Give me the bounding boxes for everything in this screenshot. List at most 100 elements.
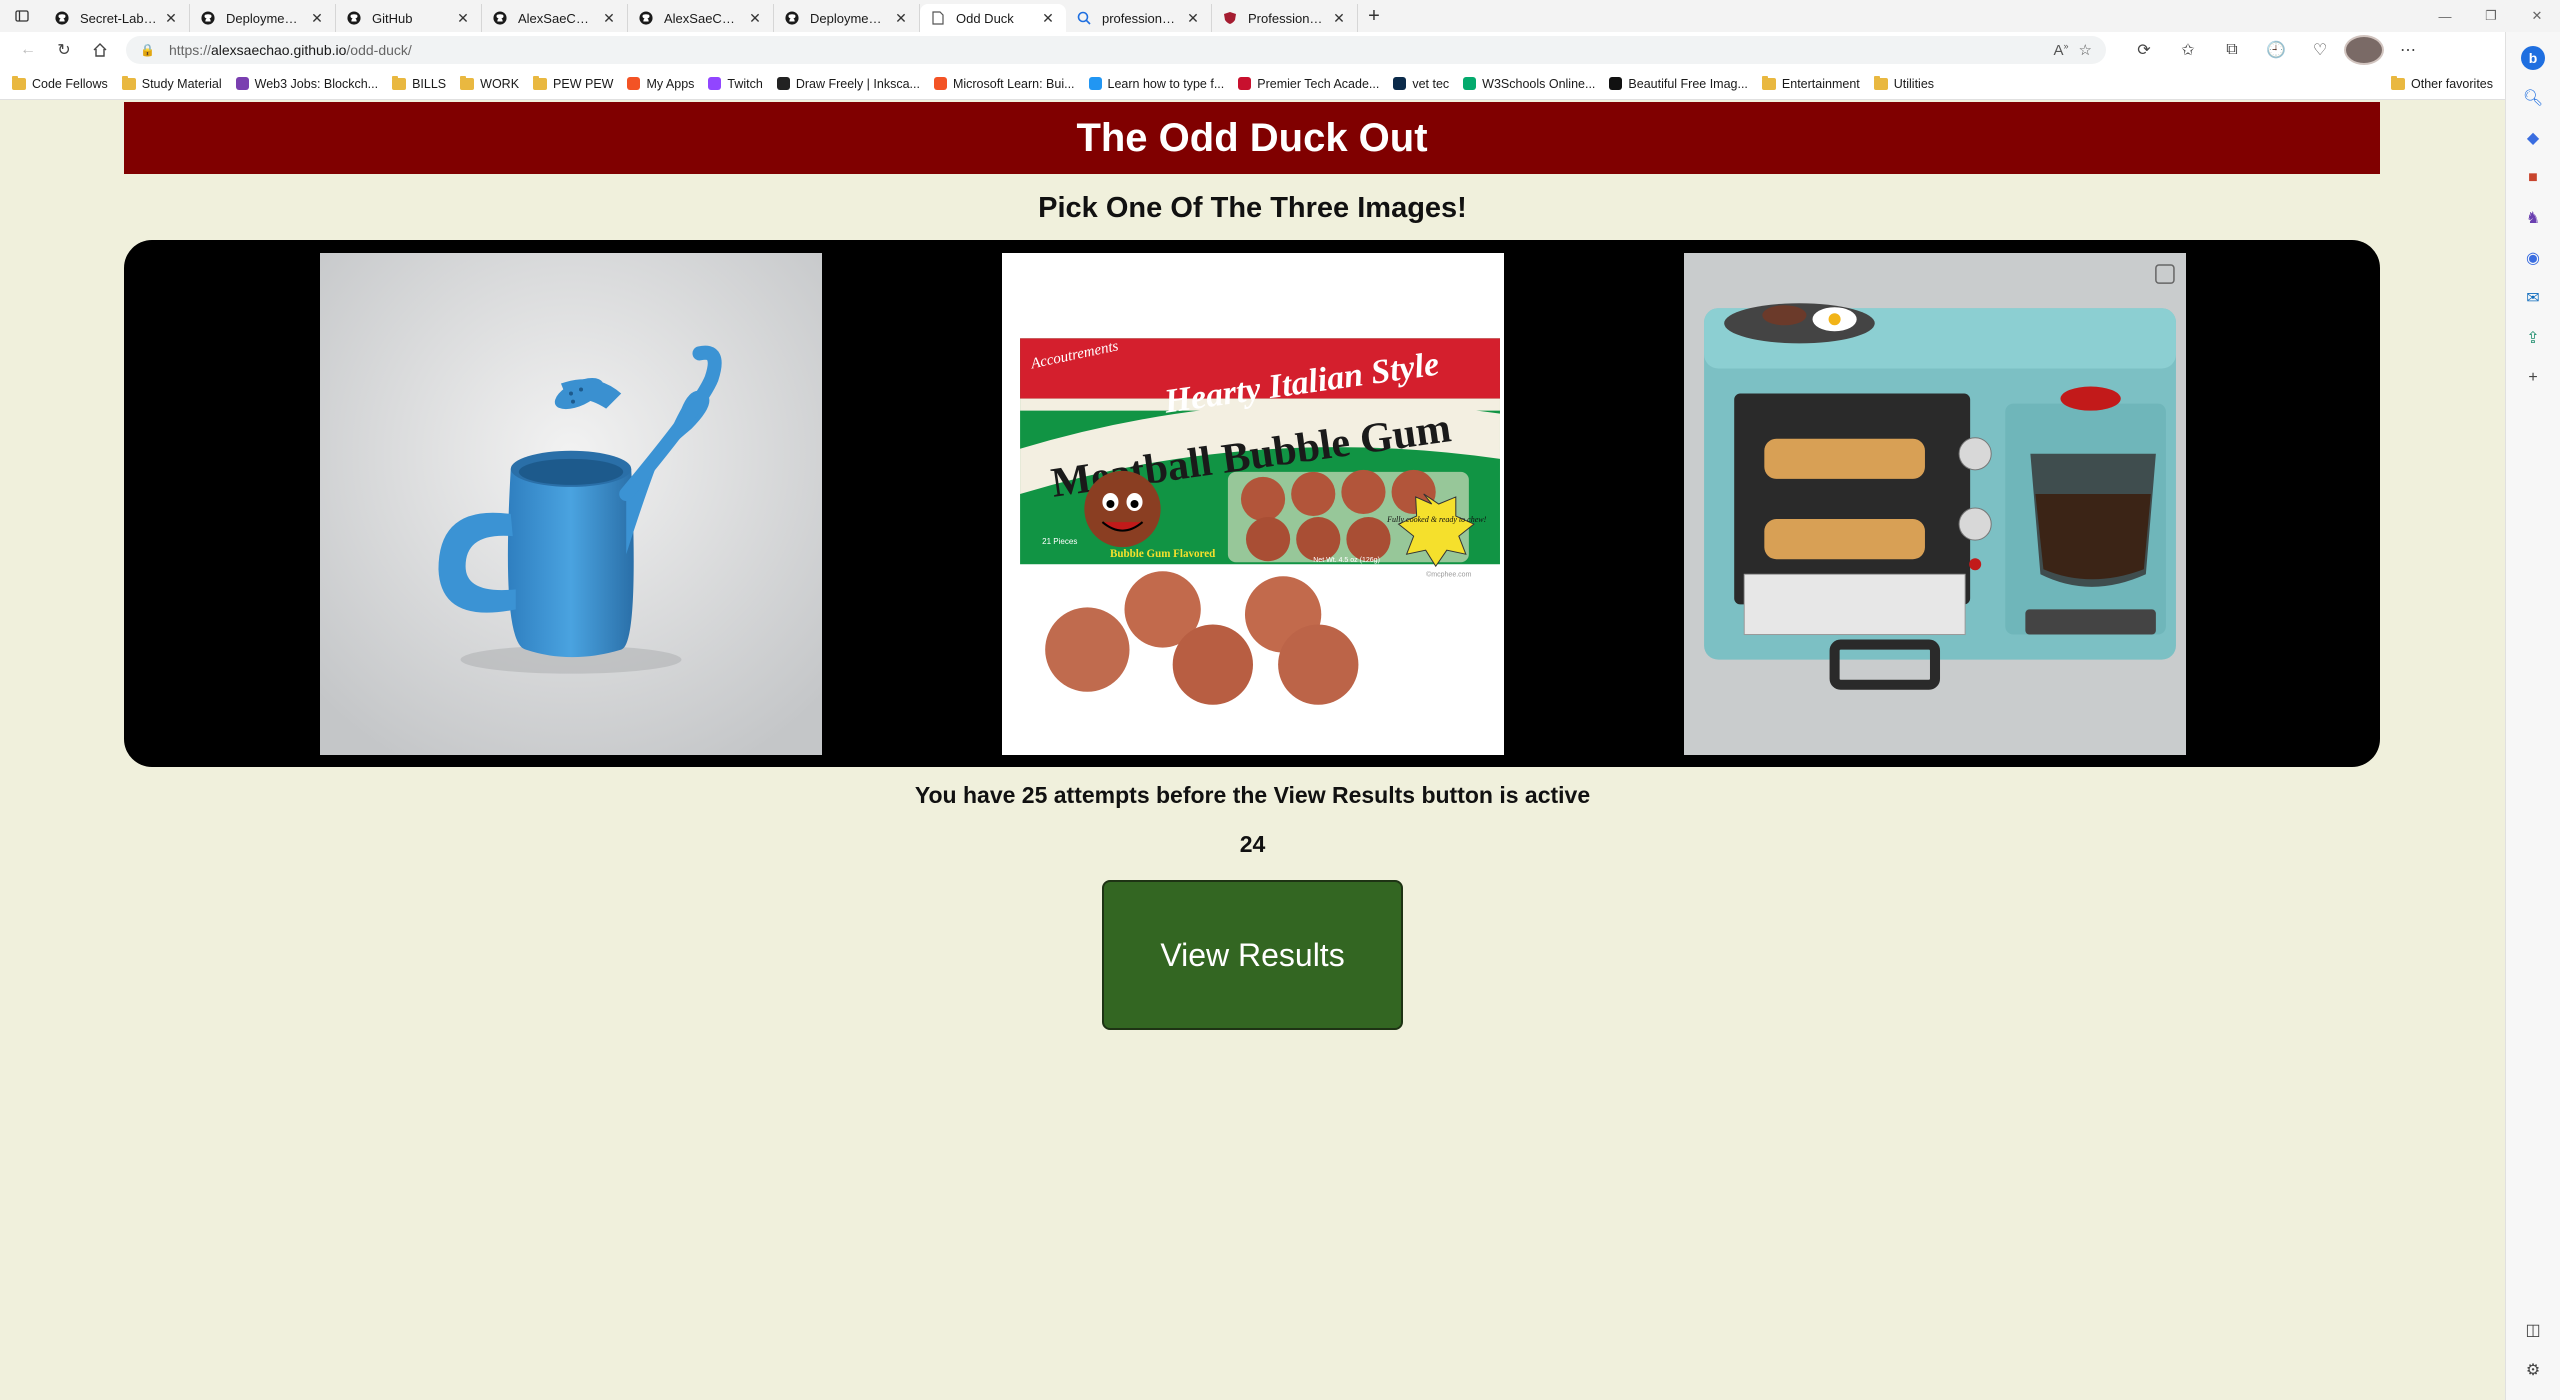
tab-7[interactable]: Odd Duck ✕ <box>920 4 1066 32</box>
bookmark-item[interactable]: Learn how to type f... <box>1088 77 1224 91</box>
folder-icon <box>392 75 407 90</box>
twitch-icon <box>708 77 722 90</box>
badge-text: Fully cooked & ready to chew! <box>1386 515 1487 524</box>
piece-count: 21 Pieces <box>1042 537 1077 546</box>
bookmark-item[interactable]: BILLS <box>392 75 446 91</box>
bookmark-item[interactable]: Web3 Jobs: Blockch... <box>235 77 378 91</box>
tag-icon: ◆ <box>2526 130 2540 147</box>
read-aloud-icon[interactable]: A» <box>2054 41 2069 59</box>
bookmark-label: Study Material <box>141 76 222 91</box>
drop-icon: ⇪ <box>2526 330 2540 347</box>
close-tab-icon[interactable]: ✕ <box>455 10 471 26</box>
tab-5[interactable]: AlexSaeChao/odd-duck ✕ <box>628 4 774 32</box>
sidebar-settings-button[interactable]: ⚙ <box>2513 1350 2553 1390</box>
bookmark-item[interactable]: Code Fellows <box>12 75 108 91</box>
bookmark-item[interactable]: My Apps <box>627 77 694 91</box>
microsoft-icon <box>933 77 947 90</box>
profile-button[interactable] <box>2344 35 2384 65</box>
close-tab-icon[interactable]: ✕ <box>1331 10 1347 26</box>
close-tab-icon[interactable]: ✕ <box>893 10 909 26</box>
bookmark-item[interactable]: WORK <box>460 75 519 91</box>
github-icon <box>200 10 216 26</box>
web3-icon <box>235 77 249 90</box>
close-tab-icon[interactable]: ✕ <box>309 10 325 26</box>
sidebar-outlook-button[interactable]: ✉ <box>2513 278 2553 318</box>
favorites-icon[interactable]: ✩ <box>2168 35 2208 65</box>
sidebar-tag-button[interactable]: ◆ <box>2513 118 2553 158</box>
close-tab-icon[interactable]: ✕ <box>601 10 617 26</box>
collections-icon[interactable]: ⧉ <box>2212 35 2252 65</box>
tab-9[interactable]: Professional Development | Harv ✕ <box>1212 4 1358 32</box>
bookmark-item[interactable]: Entertainment <box>1761 75 1860 91</box>
sidebar-search-button[interactable]: 🔍︎ <box>2513 78 2553 118</box>
bookmark-item[interactable]: Premier Tech Acade... <box>1238 77 1379 91</box>
bookmark-item[interactable]: W3Schools Online... <box>1463 77 1595 91</box>
refresh-button[interactable]: ↻ <box>46 35 82 65</box>
folder-icon <box>12 75 26 90</box>
tab-6[interactable]: Deployments · AlexSaeChao/odd ✕ <box>774 4 920 32</box>
bookmark-label: Other favorites <box>2411 76 2493 91</box>
bookmark-item[interactable]: Study Material <box>121 75 222 91</box>
breakfast-toaster-illustration <box>1684 253 2186 755</box>
tab-2[interactable]: Deployments · Secret-Laboratory ✕ <box>190 4 336 32</box>
close-tab-icon[interactable]: ✕ <box>747 10 763 26</box>
restore-button[interactable]: ❐ <box>2468 0 2514 32</box>
url-scheme: https:// <box>168 42 211 58</box>
more-menu-icon[interactable]: ⋯ <box>2388 35 2428 65</box>
history-icon[interactable]: 🕘 <box>2256 35 2296 65</box>
sidebar-panel-button[interactable]: ◫ <box>2513 1310 2553 1350</box>
chess-icon: ♞ <box>2525 210 2541 227</box>
view-results-button[interactable]: View Results <box>1102 880 1403 1030</box>
bookmark-label: PEW PEW <box>553 76 614 91</box>
product-image-meatball-gum[interactable]: Accoutrements Hearty Italian Style Meatb… <box>1002 253 1504 755</box>
bookmark-item[interactable]: Utilities <box>1873 75 1935 91</box>
folder-icon <box>533 75 548 90</box>
product-image-watering-can[interactable] <box>320 253 822 755</box>
search-icon <box>1076 10 1092 26</box>
unsplash-icon <box>1609 77 1623 90</box>
sidebar-office-button[interactable]: ◉ <box>2513 238 2553 278</box>
bookmark-label: Utilities <box>1893 76 1935 91</box>
bookmark-item[interactable]: Microsoft Learn: Bui... <box>933 77 1075 91</box>
new-tab-button[interactable]: + <box>1358 2 1390 30</box>
tab-title: Secret-Laboratory-Org/hobby-g <box>80 10 157 26</box>
bookmark-item[interactable]: PEW PEW <box>533 75 614 91</box>
tab-8[interactable]: professionalism courses - Search ✕ <box>1066 4 1212 32</box>
bookmark-item[interactable]: Twitch <box>708 77 763 91</box>
close-tab-icon[interactable]: ✕ <box>1040 10 1056 26</box>
product-image-breakfast-toaster[interactable] <box>1684 253 2186 755</box>
lock-icon: 🔒 <box>140 43 155 57</box>
bookmark-label: vet tec <box>1412 76 1450 91</box>
favorite-star-icon[interactable]: ☆ <box>2079 41 2092 59</box>
meatball-gum-illustration: Accoutrements Hearty Italian Style Meatb… <box>1002 253 1504 755</box>
bookmark-item[interactable]: Beautiful Free Imag... <box>1609 77 1748 91</box>
tab-1[interactable]: Secret-Laboratory-Org/hobby-g ✕ <box>44 4 190 32</box>
shield-icon <box>1238 77 1252 90</box>
tab-actions-button[interactable] <box>0 0 44 32</box>
performance-icon[interactable]: ♡ <box>2300 35 2340 65</box>
sidebar-drop-button[interactable]: ⇪ <box>2513 318 2553 358</box>
tab-4[interactable]: AlexSaeChao/cookie-stand: Lab ✕ <box>482 4 628 32</box>
url-field[interactable]: 🔒 https://alexsaechao.github.io/odd-duck… <box>126 36 2106 64</box>
bing-icon: b <box>2521 46 2545 70</box>
close-window-button[interactable]: ✕ <box>2514 0 2560 32</box>
bookmark-item[interactable]: Draw Freely | Inksca... <box>776 77 920 91</box>
minimize-button[interactable]: — <box>2422 0 2468 32</box>
back-button[interactable]: ← <box>10 35 46 65</box>
sidebar-add-button[interactable]: + <box>2513 358 2553 398</box>
bookmark-label: Code Fellows <box>32 76 108 91</box>
edge-sidebar: b 🔍︎ ◆ ■ ♞ ◉ ✉ ⇪ + ◫ ⚙ <box>2505 32 2560 1400</box>
sidebar-tools-button[interactable]: ■ <box>2513 158 2553 198</box>
page-title: The Odd Duck Out <box>1076 115 1428 160</box>
close-tab-icon[interactable]: ✕ <box>163 10 179 26</box>
home-button[interactable] <box>82 35 118 65</box>
bookmark-other-favorites[interactable]: Other favorites <box>2391 75 2493 91</box>
avatar <box>2344 35 2384 65</box>
extensions-icon[interactable]: ⟳ <box>2124 35 2164 65</box>
close-tab-icon[interactable]: ✕ <box>1185 10 1201 26</box>
sidebar-bing-button[interactable]: b <box>2513 38 2553 78</box>
sidebar-games-button[interactable]: ♞ <box>2513 198 2553 238</box>
w3schools-icon <box>1463 77 1477 90</box>
tab-3[interactable]: GitHub ✕ <box>336 4 482 32</box>
bookmark-item[interactable]: vet tec <box>1393 77 1449 91</box>
